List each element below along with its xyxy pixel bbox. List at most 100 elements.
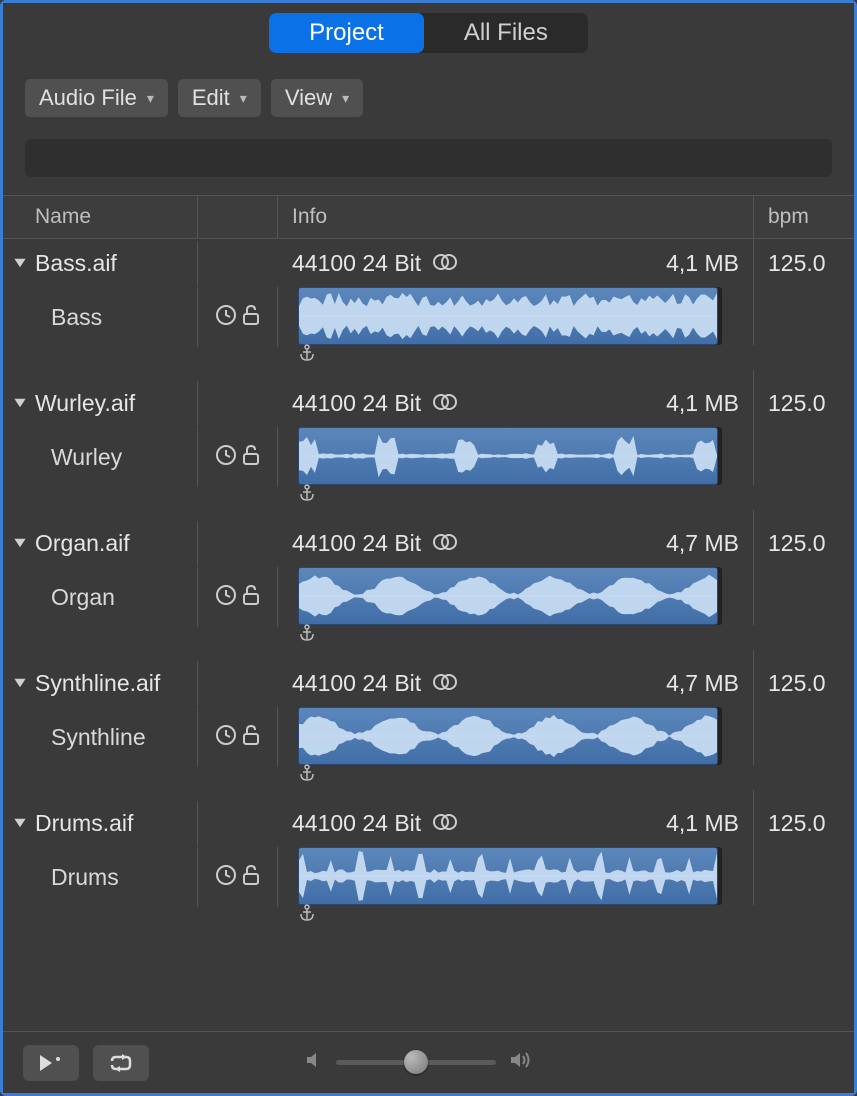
file-name: Drums.aif — [35, 810, 133, 837]
clock-icon — [215, 584, 237, 611]
file-info: 44100 24 Bit — [292, 810, 458, 837]
stereo-icon — [432, 253, 458, 271]
file-size: 4,1 MB — [666, 810, 739, 837]
header-name[interactable]: Name — [3, 196, 198, 238]
waveform-region[interactable] — [298, 847, 718, 905]
file-info: 44100 24 Bit — [292, 670, 458, 697]
region-row[interactable]: Drums — [3, 847, 854, 939]
tab-segment-control: Project All Files — [269, 13, 588, 53]
column-headers: Name Info bpm — [3, 195, 854, 239]
anchor-icon — [298, 484, 316, 507]
file-size: 4,1 MB — [666, 390, 739, 417]
clock-icon — [215, 444, 237, 471]
unlock-icon[interactable] — [241, 304, 261, 331]
edit-menu[interactable]: Edit ▾ — [178, 79, 261, 117]
file-name: Wurley.aif — [35, 390, 135, 417]
disclosure-triangle-icon[interactable] — [9, 536, 31, 550]
file-bpm: 125.0 — [754, 521, 854, 566]
stereo-icon — [432, 533, 458, 551]
waveform-region[interactable] — [298, 707, 718, 765]
file-name: Organ.aif — [35, 530, 130, 557]
disclosure-triangle-icon[interactable] — [9, 396, 31, 410]
view-menu[interactable]: View ▾ — [271, 79, 363, 117]
region-name: Bass — [51, 304, 102, 331]
file-size: 4,1 MB — [666, 250, 739, 277]
edit-label: Edit — [192, 85, 230, 111]
region-name: Synthline — [51, 724, 146, 751]
file-row[interactable]: Drums.aif 44100 24 Bit 4,1 MB 125.0 — [3, 799, 854, 847]
anchor-icon — [298, 904, 316, 927]
waveform-region[interactable] — [298, 427, 718, 485]
unlock-icon[interactable] — [241, 724, 261, 751]
file-size: 4,7 MB — [666, 670, 739, 697]
disclosure-triangle-icon[interactable] — [9, 676, 31, 690]
header-bpm[interactable]: bpm — [754, 196, 854, 238]
bit-depth: 24 Bit — [362, 250, 421, 276]
bit-depth: 24 Bit — [362, 530, 421, 556]
unlock-icon[interactable] — [241, 864, 261, 891]
tab-project[interactable]: Project — [269, 13, 424, 53]
file-list: Bass.aif 44100 24 Bit 4,1 MB 125.0 Bass — [3, 239, 854, 979]
file-bpm: 125.0 — [754, 381, 854, 426]
file-info: 44100 24 Bit — [292, 530, 458, 557]
chevron-down-icon: ▾ — [240, 90, 247, 107]
tab-all-files[interactable]: All Files — [424, 13, 588, 53]
disclosure-triangle-icon[interactable] — [9, 816, 31, 830]
header-icon-col — [198, 196, 278, 238]
bottom-bar — [3, 1031, 854, 1093]
file-row[interactable]: Synthline.aif 44100 24 Bit 4,7 MB 125.0 — [3, 659, 854, 707]
file-row[interactable]: Organ.aif 44100 24 Bit 4,7 MB 125.0 — [3, 519, 854, 567]
speaker-high-icon — [508, 1050, 534, 1075]
file-row[interactable]: Bass.aif 44100 24 Bit 4,1 MB 125.0 — [3, 239, 854, 287]
anchor-icon — [298, 764, 316, 787]
stereo-icon — [432, 673, 458, 691]
top-tabs: Project All Files — [3, 3, 854, 69]
volume-thumb[interactable] — [404, 1050, 428, 1074]
anchor-icon — [298, 344, 316, 367]
chevron-down-icon: ▾ — [147, 90, 154, 107]
region-row[interactable]: Synthline — [3, 707, 854, 799]
bit-depth: 24 Bit — [362, 390, 421, 416]
volume-slider[interactable] — [336, 1060, 496, 1065]
volume-control — [304, 1050, 534, 1075]
clock-icon — [215, 724, 237, 751]
disclosure-triangle-icon[interactable] — [9, 256, 31, 270]
region-row[interactable]: Wurley — [3, 427, 854, 519]
speaker-low-icon — [304, 1050, 324, 1075]
file-bpm: 125.0 — [754, 801, 854, 846]
audio-file-label: Audio File — [39, 85, 137, 111]
sample-rate: 44100 — [292, 390, 356, 416]
sample-rate: 44100 — [292, 250, 356, 276]
chevron-down-icon: ▾ — [342, 90, 349, 107]
search-input[interactable] — [25, 139, 832, 177]
unlock-icon[interactable] — [241, 584, 261, 611]
toolbar: Audio File ▾ Edit ▾ View ▾ — [3, 69, 854, 133]
file-info: 44100 24 Bit — [292, 250, 458, 277]
clock-icon — [215, 304, 237, 331]
file-name: Bass.aif — [35, 250, 117, 277]
region-name: Wurley — [51, 444, 122, 471]
file-bpm: 125.0 — [754, 661, 854, 706]
file-name: Synthline.aif — [35, 670, 160, 697]
region-row[interactable]: Organ — [3, 567, 854, 659]
file-size: 4,7 MB — [666, 530, 739, 557]
region-row[interactable]: Bass — [3, 287, 854, 379]
stereo-icon — [432, 393, 458, 411]
file-info: 44100 24 Bit — [292, 390, 458, 417]
sample-rate: 44100 — [292, 670, 356, 696]
file-row[interactable]: Wurley.aif 44100 24 Bit 4,1 MB 125.0 — [3, 379, 854, 427]
bit-depth: 24 Bit — [362, 810, 421, 836]
unlock-icon[interactable] — [241, 444, 261, 471]
region-name: Drums — [51, 864, 119, 891]
anchor-icon — [298, 624, 316, 647]
bit-depth: 24 Bit — [362, 670, 421, 696]
waveform-region[interactable] — [298, 287, 718, 345]
preview-button[interactable] — [23, 1045, 79, 1081]
audio-file-menu[interactable]: Audio File ▾ — [25, 79, 168, 117]
stereo-icon — [432, 813, 458, 831]
waveform-region[interactable] — [298, 567, 718, 625]
file-bpm: 125.0 — [754, 241, 854, 286]
sample-rate: 44100 — [292, 810, 356, 836]
header-info[interactable]: Info — [278, 196, 754, 238]
loop-button[interactable] — [93, 1045, 149, 1081]
